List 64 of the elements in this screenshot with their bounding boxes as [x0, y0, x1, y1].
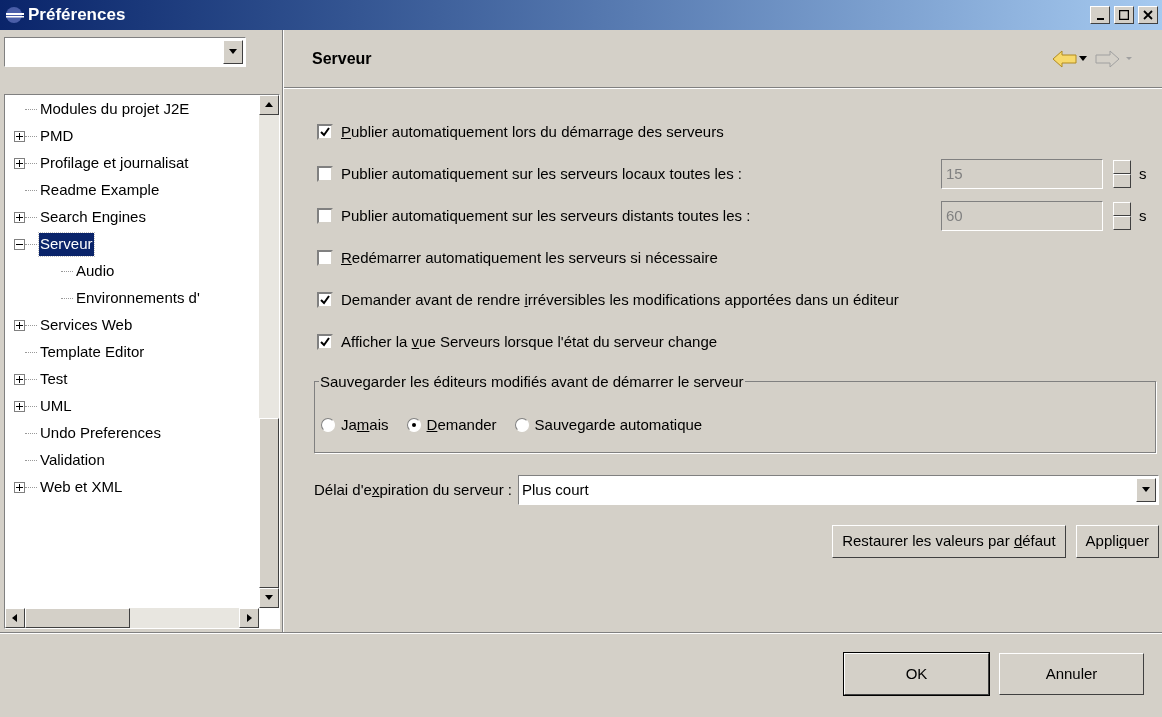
- page-title: Serveur: [312, 48, 372, 69]
- maximize-icon: [1119, 10, 1129, 20]
- expand-icon[interactable]: [13, 158, 25, 169]
- tree-item[interactable]: Profilage et journalisat: [39, 152, 190, 175]
- option-label: Publier automatiquement lors du démarrage des serveurs: [341, 121, 724, 142]
- option-label: Afficher la vue Serveurs lorsque l'état du serveur change: [341, 331, 718, 352]
- radio-label: Sauvegarde automatique: [534, 414, 703, 435]
- tree-item[interactable]: Environnements d': [75, 287, 201, 310]
- radio-label: Jamais: [341, 414, 389, 435]
- window-title: Préférences: [28, 4, 126, 27]
- radio-button[interactable]: [514, 417, 529, 432]
- dialog-button[interactable]: Annuler: [999, 653, 1144, 695]
- close-button[interactable]: [1138, 6, 1158, 24]
- page-button[interactable]: Appliquer: [1075, 525, 1159, 558]
- minimize-button[interactable]: [1090, 6, 1110, 24]
- radio-button[interactable]: [406, 417, 421, 432]
- expand-icon[interactable]: [13, 320, 25, 331]
- expand-icon[interactable]: [13, 212, 25, 223]
- unit-label: s: [1139, 163, 1148, 184]
- scroll-up-icon: [264, 100, 274, 110]
- expand-icon[interactable]: [13, 401, 25, 412]
- tree-item[interactable]: PMD: [39, 125, 75, 148]
- checkbox[interactable]: [317, 250, 333, 266]
- maximize-button[interactable]: [1114, 6, 1134, 24]
- expand-icon[interactable]: [13, 374, 25, 385]
- dialog-button[interactable]: OK: [844, 653, 989, 695]
- tree-item[interactable]: Audio: [75, 260, 116, 283]
- tree-item[interactable]: Services Web: [39, 314, 134, 337]
- page-button[interactable]: Restaurer les valeurs par défaut: [832, 525, 1066, 558]
- expand-icon[interactable]: [13, 131, 25, 142]
- vertical-scrollbar[interactable]: [259, 95, 279, 608]
- checkbox[interactable]: [317, 292, 333, 308]
- timeout-combo[interactable]: Plus court: [518, 475, 1159, 505]
- expand-icon[interactable]: [13, 482, 25, 493]
- filter-combo[interactable]: [4, 37, 246, 67]
- option-label: Publier automatiquement sur les serveurs locaux toutes les :: [341, 163, 743, 184]
- checkbox[interactable]: [317, 124, 333, 140]
- option-label: Publier automatiquement sur les serveurs distants toutes les :: [341, 205, 751, 226]
- minimize-icon: [1096, 17, 1104, 20]
- horizontal-scrollbar[interactable]: [5, 608, 259, 628]
- tree-item[interactable]: Test: [39, 368, 69, 391]
- radio-button[interactable]: [321, 417, 335, 432]
- spinner[interactable]: [1113, 202, 1131, 230]
- scroll-left-icon: [10, 613, 20, 623]
- radio-label: Demander: [426, 414, 497, 435]
- close-icon: [1143, 10, 1153, 20]
- tree-item[interactable]: Validation: [39, 449, 106, 472]
- tree-item[interactable]: Serveur: [39, 233, 94, 256]
- spinner[interactable]: [1113, 160, 1131, 188]
- option-label: Redémarrer automatiquement les serveurs si nécessaire: [341, 247, 718, 268]
- scroll-right-icon: [244, 613, 254, 623]
- collapse-icon[interactable]: [13, 239, 25, 250]
- tree-item[interactable]: Readme Example: [39, 179, 161, 202]
- tree-item[interactable]: Search Engines: [39, 206, 147, 229]
- tree-item[interactable]: UML: [39, 395, 73, 418]
- timeout-label: Délai d'expiration du serveur :: [314, 479, 512, 500]
- globe-icon: [4, 6, 24, 24]
- tree-item[interactable]: Template Editor: [39, 341, 146, 364]
- tree-item[interactable]: Undo Preferences: [39, 422, 162, 445]
- tree-item[interactable]: Modules du projet J2E: [39, 98, 191, 121]
- tree-item[interactable]: Web et XML: [39, 476, 124, 499]
- option-label: Demander avant de rendre irréversibles les modifications apportées dans un éditeur: [341, 289, 899, 310]
- unit-label: s: [1139, 205, 1148, 226]
- checkbox[interactable]: [317, 334, 333, 350]
